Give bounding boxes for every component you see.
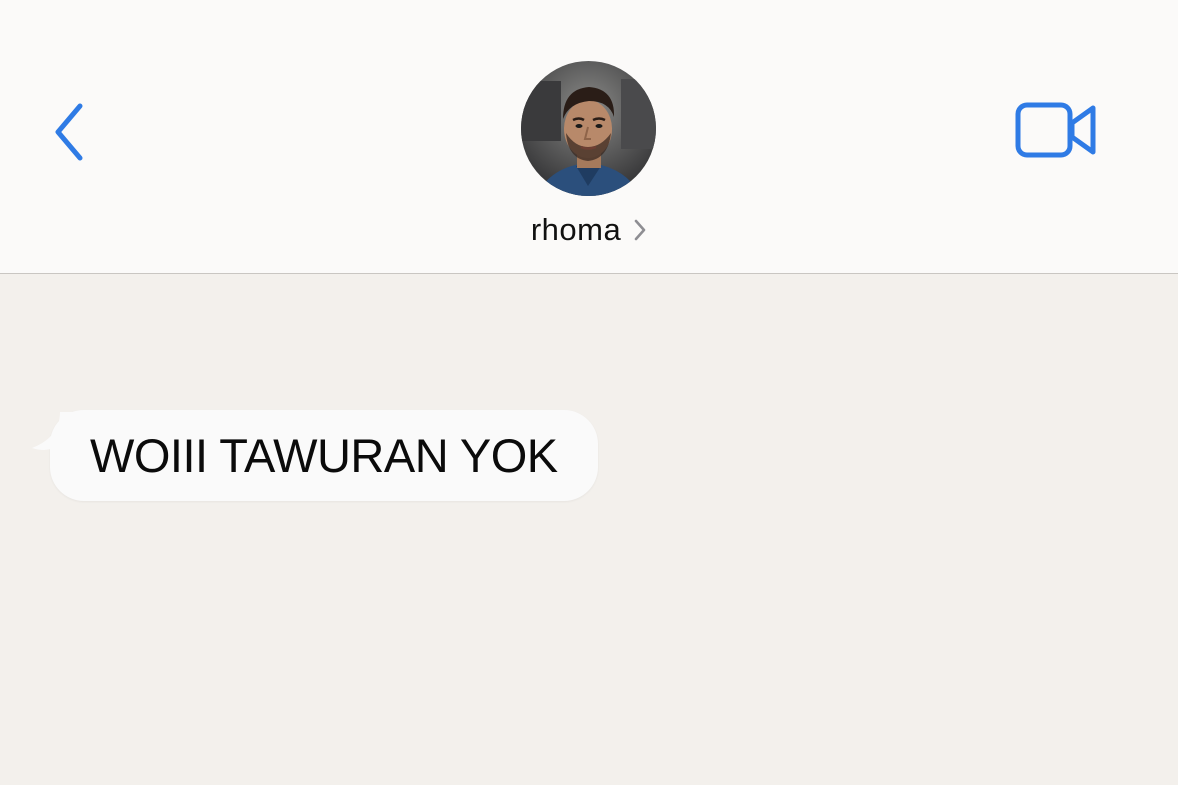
message-text: WOIII TAWURAN YOK: [90, 429, 558, 482]
avatar[interactable]: [521, 61, 656, 196]
back-button[interactable]: [40, 92, 100, 172]
video-camera-icon: [1015, 102, 1096, 158]
contact-name-button[interactable]: rhoma: [489, 205, 689, 255]
conversation-header: rhoma: [0, 0, 1178, 274]
chevron-left-icon: [55, 103, 83, 161]
video-call-button[interactable]: [1008, 96, 1104, 164]
message-thread: WOIII TAWURAN YOK: [0, 274, 1178, 785]
bubble-tail: [32, 412, 78, 450]
chevron-right-icon: [634, 219, 646, 241]
avatar-photo: [521, 61, 656, 196]
message-bubble[interactable]: WOIII TAWURAN YOK: [50, 410, 598, 501]
contact-name: rhoma: [530, 212, 622, 247]
